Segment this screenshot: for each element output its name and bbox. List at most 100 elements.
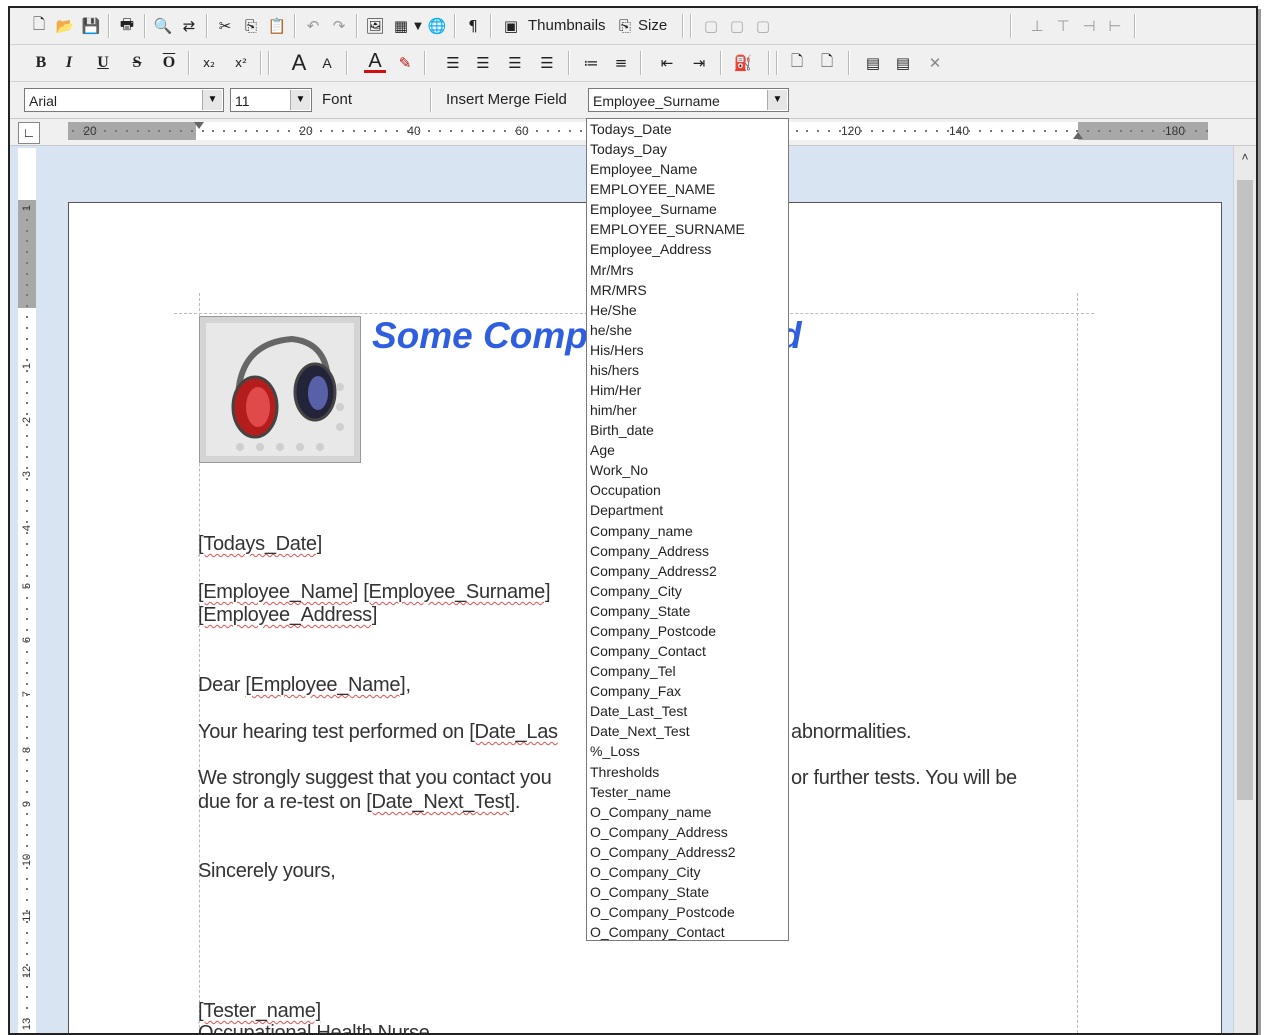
merge-field-option[interactable]: him/her [587,400,788,420]
find-icon[interactable]: 🔍 [152,15,174,37]
undo-icon[interactable]: ↶ [302,15,324,37]
bullet-list-icon[interactable]: ≔ [580,52,602,74]
merge-field-option[interactable]: Employee_Address [587,239,788,259]
merge-field-option[interactable]: Company_Postcode [587,621,788,641]
merge-field-option[interactable]: Birth_date [587,420,788,440]
merge-field-option[interactable]: Todays_Day [587,139,788,159]
underline-button[interactable]: U [92,52,114,74]
merge-field-option[interactable]: O_Company_City [587,862,788,882]
table-insert-row-icon[interactable]: ⊥ [1026,15,1048,37]
merge-field-combo[interactable]: Employee_Surname ▼ [588,88,789,112]
new-document-icon[interactable]: 🗋 [28,15,50,37]
first-line-indent-marker[interactable] [194,122,204,129]
page-landscape-icon[interactable]: 🗋 [816,52,838,74]
close-icon[interactable]: ✕ [924,52,946,74]
tab-stop-selector[interactable]: ∟ [18,122,40,144]
merge-field-option[interactable]: Work_No [587,460,788,480]
fill-color-icon[interactable]: ⛽ [732,52,754,74]
increase-indent-icon[interactable]: ⇥ [688,52,710,74]
align-center-icon[interactable]: ☰ [472,52,494,74]
strikethrough-button[interactable]: S [126,52,148,74]
merge-field-option[interactable]: Him/Her [587,380,788,400]
merge-field-option[interactable]: Tester_name [587,782,788,802]
merge-field-option[interactable]: Date_Last_Test [587,701,788,721]
table-insert-col-icon[interactable]: ⊣ [1078,15,1100,37]
decrease-indent-icon[interactable]: ⇤ [656,52,678,74]
merge-field-option[interactable]: His/Hers [587,340,788,360]
align-left-icon[interactable]: ☰ [442,52,464,74]
merge-field-option[interactable]: Employee_Surname [587,199,788,219]
merge-field-option[interactable]: Company_Fax [587,681,788,701]
numbered-list-icon[interactable]: ≡ [610,52,632,74]
justify-icon[interactable]: ☰ [536,52,558,74]
merge-field-option[interactable]: He/She [587,300,788,320]
right-indent-marker[interactable] [1073,132,1083,139]
merge-field-option[interactable]: O_Company_Address2 [587,842,788,862]
paragraph-marks-icon[interactable]: ¶ [462,15,484,37]
page-portrait-icon[interactable]: 🗋 [786,52,808,74]
size-button[interactable]: Size [638,17,667,34]
merge-field-option[interactable]: O_Company_Contact [587,922,788,940]
insert-object-icon[interactable]: 🌐 [426,15,448,37]
frame-icon[interactable]: ▢ [726,15,748,37]
table-dropdown-icon[interactable]: ▼ [412,15,424,37]
merge-field-option[interactable]: O_Company_State [587,882,788,902]
replace-icon[interactable]: ⇄ [178,15,200,37]
vertical-scrollbar[interactable]: ˄ [1233,146,1256,1033]
merge-field-option[interactable]: Mr/Mrs [587,260,788,280]
merge-field-option[interactable]: EMPLOYEE_NAME [587,179,788,199]
scroll-thumb[interactable] [1237,180,1253,800]
merge-field-option[interactable]: his/hers [587,360,788,380]
save-icon[interactable]: 💾 [80,15,102,37]
scroll-up-icon[interactable]: ˄ [1237,150,1253,166]
merge-field-dropdown-list[interactable]: Todays_Date Todays_Day Employee_Name EMPLOY… [586,118,789,941]
print-icon[interactable]: 🖶 [116,15,138,37]
merge-field-option[interactable]: Age [587,440,788,460]
merge-field-option[interactable]: Company_Contact [587,641,788,661]
merge-field-option[interactable]: Date_Next_Test [587,721,788,741]
frame-icon[interactable]: ▢ [700,15,722,37]
font-name-combo[interactable]: Arial ▼ [24,88,224,112]
header-icon[interactable]: ▤ [862,52,884,74]
thumbnails-button[interactable]: Thumbnails [528,17,606,34]
paste-icon[interactable]: 📋 [266,15,288,37]
grow-font-icon[interactable]: A [288,50,310,75]
font-color-icon[interactable]: A [364,50,386,73]
merge-field-option[interactable]: Department [587,500,788,520]
frame-icon[interactable]: ▢ [752,15,774,37]
merge-field-option[interactable]: Company_Tel [587,661,788,681]
font-dialog-button[interactable]: Font [322,91,352,108]
merge-field-option[interactable]: O_Company_Address [587,822,788,842]
merge-field-option[interactable]: Employee_Name [587,159,788,179]
table-insert-col-right-icon[interactable]: ⊢ [1104,15,1126,37]
footer-icon[interactable]: ▤ [892,52,914,74]
merge-field-option[interactable]: MR/MRS [587,280,788,300]
vertical-ruler[interactable]: 112345678910111213 [18,148,36,1033]
chevron-down-icon[interactable]: ▼ [767,90,787,110]
merge-field-option[interactable]: Thresholds [587,762,788,782]
merge-field-option[interactable]: O_Company_name [587,802,788,822]
superscript-icon[interactable]: x² [230,52,252,74]
overline-button[interactable]: O [158,52,180,74]
page-view-icon[interactable]: ▣ [500,15,522,37]
merge-field-option[interactable]: Company_Address [587,541,788,561]
merge-field-option[interactable]: Company_State [587,601,788,621]
chevron-down-icon[interactable]: ▼ [290,90,310,110]
insert-table-icon[interactable]: ▦ [390,15,412,37]
redo-icon[interactable]: ↷ [328,15,350,37]
italic-button[interactable]: I [58,52,80,74]
merge-field-option[interactable]: %_Loss [587,741,788,761]
merge-field-option[interactable]: he/she [587,320,788,340]
align-right-icon[interactable]: ☰ [504,52,526,74]
company-logo-image[interactable] [199,316,361,463]
merge-field-option[interactable]: Occupation [587,480,788,500]
merge-field-option[interactable]: Company_name [587,521,788,541]
cut-icon[interactable]: ✂ [214,15,236,37]
merge-field-option[interactable]: EMPLOYEE_SURNAME [587,219,788,239]
open-folder-icon[interactable]: 📂 [54,15,76,37]
merge-field-option[interactable]: Company_Address2 [587,561,788,581]
merge-field-option[interactable]: Company_City [587,581,788,601]
chevron-down-icon[interactable]: ▼ [202,90,222,110]
font-size-combo[interactable]: 11 ▼ [230,88,312,112]
subscript-icon[interactable]: x₂ [198,52,220,74]
